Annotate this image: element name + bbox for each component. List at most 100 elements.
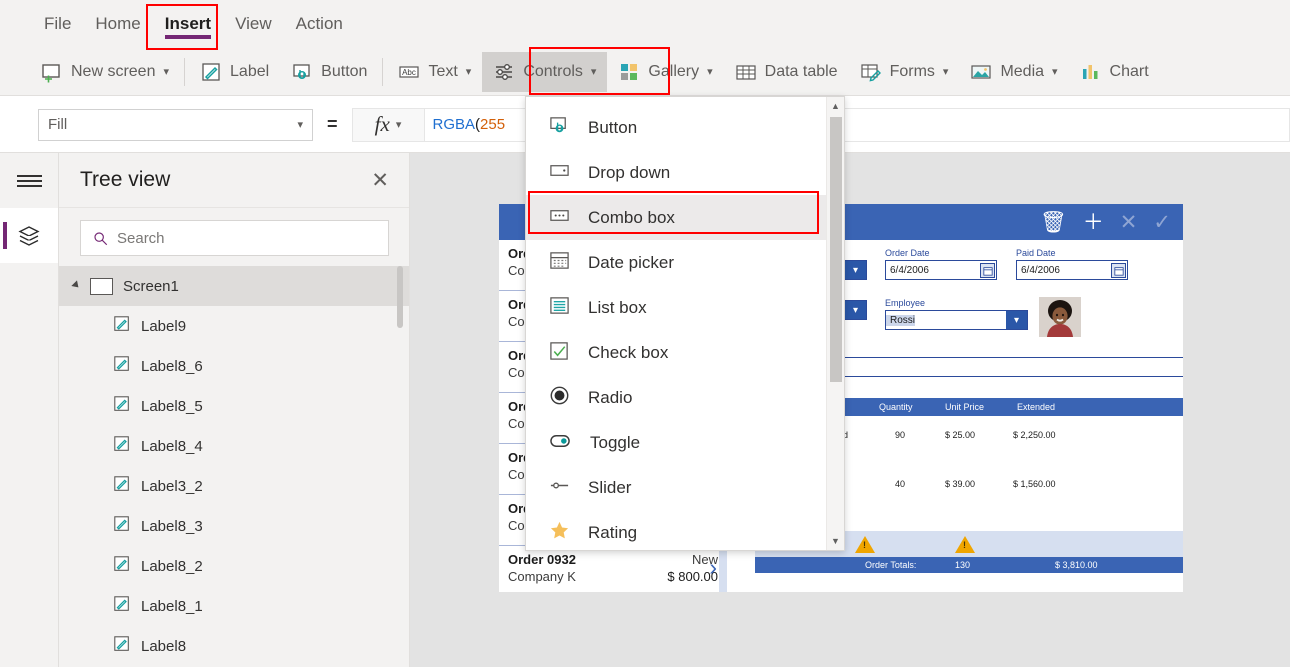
close-icon[interactable]: ✕ [371, 170, 389, 191]
paid-date-input[interactable]: 6/4/2006 [1016, 260, 1128, 280]
order-date-input[interactable]: 6/4/2006 [885, 260, 997, 280]
ribbon-gallery[interactable]: Gallery ▾ [607, 52, 723, 92]
tree-item-label8[interactable]: Label8 [59, 626, 409, 666]
ribbon-media[interactable]: Media ▾ [959, 52, 1068, 92]
ribbon-label-text: Text [428, 62, 458, 80]
ribbon-label[interactable]: Label [189, 52, 280, 92]
menu-item-insert[interactable]: Insert [153, 0, 223, 48]
plus-icon[interactable]: ＋ [1083, 212, 1104, 233]
cell-extended: $ 1,560.00 [1013, 479, 1056, 489]
scroll-up-arrow-icon[interactable]: ▲ [827, 97, 844, 115]
control-item-drop-down[interactable]: Drop down [526, 150, 844, 195]
ribbon-controls[interactable]: Controls ▾ [482, 51, 608, 92]
cell-quantity: 40 [895, 479, 906, 489]
chevron-down-icon: ▾ [163, 66, 170, 78]
menu-item-home[interactable]: Home [83, 0, 152, 48]
tree-item-label8_5[interactable]: Label8_5 [59, 386, 409, 426]
chart-icon [1080, 61, 1102, 83]
chevron-down-icon: ▾ [942, 66, 949, 78]
chevron-down-icon: ▾ [1052, 66, 1058, 78]
chevron-down-icon[interactable]: ▾ [845, 261, 866, 279]
chevron-down-icon: ▾ [465, 66, 472, 78]
ribbon-chart[interactable]: Chart [1069, 52, 1160, 92]
layers-icon [18, 225, 40, 246]
control-item-rating[interactable]: Rating [526, 510, 844, 555]
button-icon [291, 61, 313, 83]
expand-triangle-icon[interactable] [71, 280, 82, 291]
control-item-combo-box[interactable]: Combo box [526, 195, 844, 240]
control-item-date-picker[interactable]: Date picker [526, 240, 844, 285]
control-item-toggle[interactable]: Toggle [526, 420, 844, 465]
tree-item-label8_4[interactable]: Label8_4 [59, 426, 409, 466]
control-item-check-box[interactable]: Check box [526, 330, 844, 375]
employee-dropdown[interactable]: Rossi ▾ [885, 310, 1028, 330]
menu-item-label: Action [295, 14, 343, 33]
close-icon[interactable]: ✕ [1120, 212, 1138, 233]
tree-item-label8_3[interactable]: Label8_3 [59, 506, 409, 546]
tree-scrollbar[interactable] [397, 266, 403, 328]
tree-item-screen1[interactable]: Screen1 [59, 266, 409, 306]
chevron-right-icon[interactable]: › [709, 556, 717, 579]
ribbon-forms[interactable]: Forms ▾ [849, 52, 960, 92]
chevron-down-icon[interactable]: ▾ [845, 301, 866, 319]
menu-item-action[interactable]: Action [284, 0, 355, 48]
tree-item-label8_6[interactable]: Label8_6 [59, 346, 409, 386]
rail-item-tree-view[interactable] [0, 208, 58, 263]
scrollbar-thumb[interactable] [830, 117, 842, 382]
calendar-icon [549, 250, 570, 276]
tree-item-label9[interactable]: Label9 [59, 306, 409, 346]
warning-icon [855, 536, 875, 553]
control-label: List box [588, 297, 647, 317]
menu-item-view[interactable]: View [223, 0, 284, 48]
calendar-icon[interactable] [1111, 263, 1126, 278]
checkbox-icon [549, 340, 570, 366]
svg-text:Abc: Abc [403, 68, 417, 77]
label-icon [200, 61, 222, 83]
chevron-down-icon[interactable]: ▾ [1006, 311, 1027, 329]
label-icon [113, 355, 131, 377]
chevron-down-icon: ▾ [395, 119, 402, 131]
control-item-radio[interactable]: Radio [526, 375, 844, 420]
tree-item-label8_2[interactable]: Label8_2 [59, 546, 409, 586]
listbox-icon [549, 295, 570, 321]
cell-quantity: 90 [895, 430, 906, 440]
control-item-button[interactable]: Button [526, 105, 844, 150]
tree-item-label8_1[interactable]: Label8_1 [59, 586, 409, 626]
control-label: Button [588, 117, 638, 137]
tree-item-label: Label8_1 [141, 597, 203, 615]
search-placeholder: Search [117, 229, 165, 247]
calendar-icon[interactable] [980, 263, 995, 278]
tree-item-label3_2[interactable]: Label3_2 [59, 466, 409, 506]
control-label: Combo box [588, 207, 675, 227]
property-select[interactable]: Fill ▾ [38, 108, 313, 141]
ribbon-text[interactable]: Abc Text ▾ [387, 52, 482, 92]
ribbon-divider [184, 57, 186, 86]
control-item-list-box[interactable]: List box [526, 285, 844, 330]
warning-icon [955, 536, 975, 553]
formula-function-token: RGBA [432, 116, 476, 133]
tree-view-panel: Tree view ✕ Search Screen1 Label9 Label8… [59, 153, 410, 667]
ribbon-label-text: Label [230, 62, 270, 80]
fx-button[interactable]: fx ▾ [351, 107, 425, 142]
check-icon[interactable]: ✓ [1153, 212, 1171, 233]
label-icon [113, 515, 131, 537]
control-label: Check box [588, 342, 669, 362]
dropdown-icon [549, 160, 570, 186]
active-tab-underline [164, 35, 212, 39]
ribbon-label-text: Gallery [648, 62, 700, 80]
radio-icon [549, 385, 570, 411]
field-label: Order Date [885, 248, 930, 258]
control-item-slider[interactable]: Slider [526, 465, 844, 510]
ribbon-new-screen[interactable]: New screen ▾ [30, 52, 180, 92]
trash-icon[interactable]: 🗑 [1040, 212, 1067, 233]
menu-item-file[interactable]: File [32, 0, 83, 48]
ribbon-label-text: Data table [764, 62, 838, 80]
ribbon-data-table[interactable]: Data table [724, 52, 849, 92]
label-icon [113, 395, 131, 417]
combobox-icon [549, 205, 570, 231]
scroll-down-arrow-icon[interactable]: ▼ [827, 532, 844, 550]
ribbon-button[interactable]: Button [280, 52, 378, 92]
flyout-scrollbar[interactable]: ▲ ▼ [826, 97, 844, 550]
search-input[interactable]: Search [80, 220, 389, 256]
hamburger-menu-button[interactable] [0, 153, 58, 208]
